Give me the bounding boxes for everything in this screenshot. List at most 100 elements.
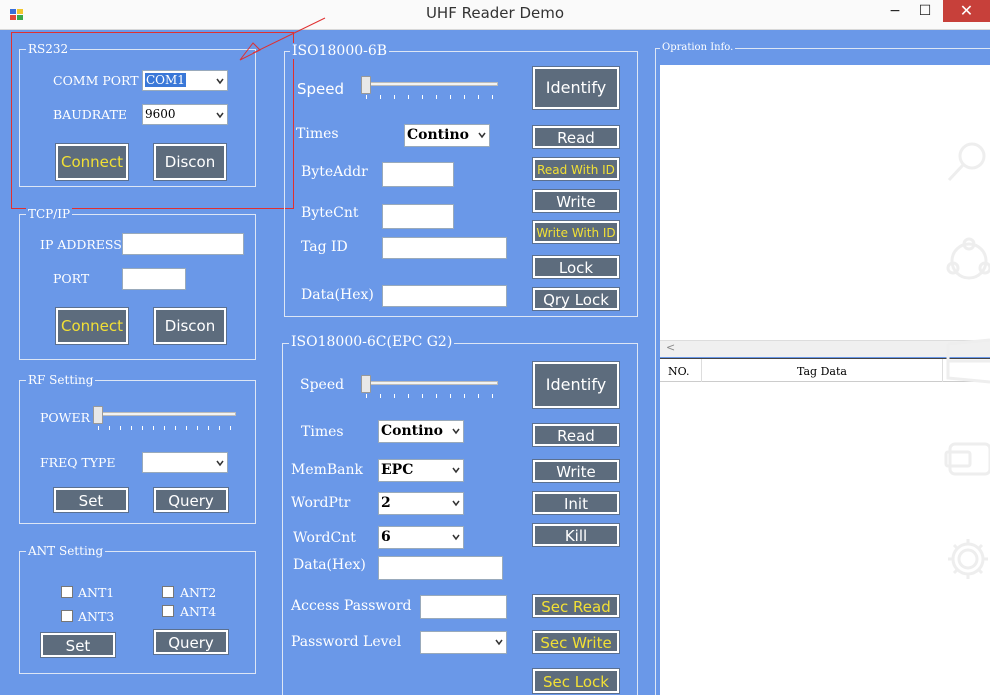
ant3-checkbox[interactable]: [61, 610, 73, 622]
iso6c-times-select[interactable]: Contino: [378, 420, 464, 443]
ant4-label: ANT4: [180, 604, 217, 619]
sec-lock-button[interactable]: Sec Lock: [532, 668, 620, 694]
iso6c-data-label: Data(Hex): [293, 557, 366, 573]
iso6c-title: ISO18000-6C(EPC G2): [289, 334, 455, 350]
bytecnt-label: ByteCnt: [301, 205, 359, 221]
ant3-label: ANT3: [78, 609, 115, 624]
port-label: PORT: [53, 271, 90, 286]
membank-select[interactable]: EPC: [378, 459, 464, 482]
chevron-down-icon: [452, 428, 460, 435]
iso6c-write-button[interactable]: Write: [532, 459, 620, 483]
tag-data-list[interactable]: [660, 382, 990, 695]
minimize-button[interactable]: −: [880, 0, 910, 22]
freq-type-label: FREQ TYPE: [40, 455, 116, 470]
tagid-label: Tag ID: [301, 239, 348, 255]
power-slider-track[interactable]: [96, 412, 236, 416]
rf-setting-title: RF Setting: [26, 373, 96, 387]
tag-table-header: NO. Tag Data: [660, 358, 990, 382]
col-no-header[interactable]: NO.: [668, 365, 690, 378]
ant1-label: ANT1: [78, 585, 115, 600]
ant1-checkbox[interactable]: [61, 586, 73, 598]
init-button[interactable]: Init: [532, 491, 620, 515]
iso6b-data-label: Data(Hex): [301, 287, 374, 303]
chevron-down-icon: [452, 534, 460, 541]
rf-query-button[interactable]: Query: [153, 487, 229, 513]
power-slider-ticks: [98, 426, 238, 430]
iso6b-data-input[interactable]: [382, 285, 507, 307]
sec-read-button[interactable]: Sec Read: [532, 594, 620, 618]
byteaddr-label: ByteAddr: [301, 164, 368, 180]
password-level-label: Password Level: [291, 634, 402, 650]
lock-button[interactable]: Lock: [532, 255, 620, 279]
qry-lock-button[interactable]: Qry Lock: [532, 287, 620, 311]
ip-address-label: IP ADDRESS: [40, 237, 122, 252]
share-icon[interactable]: [944, 236, 990, 286]
column-divider: [701, 359, 702, 382]
iso6c-data-input[interactable]: [378, 556, 503, 580]
iso6b-times-label: Times: [296, 126, 339, 142]
access-password-label: Access Password: [291, 598, 412, 614]
chevron-down-icon: [452, 500, 460, 507]
bytecnt-input[interactable]: [382, 204, 454, 229]
chevron-down-icon: [452, 467, 460, 474]
col-tag-data-header[interactable]: Tag Data: [797, 365, 847, 378]
tcpip-connect-button[interactable]: Connect: [55, 307, 129, 345]
iso6b-identify-button[interactable]: Identify: [532, 66, 620, 110]
ant-query-button[interactable]: Query: [153, 629, 229, 655]
ant4-checkbox[interactable]: [162, 605, 174, 617]
password-level-select[interactable]: [420, 631, 507, 654]
settings-icon[interactable]: [944, 536, 990, 582]
iso6b-times-select[interactable]: Contino: [404, 124, 490, 147]
port-input[interactable]: [122, 268, 186, 290]
opinfo-title: Opration Info.: [660, 42, 736, 53]
chevron-down-icon: [495, 639, 503, 646]
search-icon[interactable]: [944, 138, 990, 184]
chevron-down-icon: [216, 460, 224, 467]
ant-set-button[interactable]: Set: [40, 632, 116, 658]
column-divider: [942, 359, 943, 382]
membank-label: MemBank: [291, 462, 364, 478]
tcpip-title: TCP/IP: [26, 207, 73, 221]
maximize-button[interactable]: ☐: [910, 0, 940, 22]
byteaddr-input[interactable]: [382, 162, 454, 187]
write-with-id-button[interactable]: Write With ID: [532, 220, 620, 244]
read-with-id-button[interactable]: Read With ID: [532, 157, 620, 181]
iso6c-speed-track[interactable]: [364, 381, 498, 385]
horizontal-scrollbar[interactable]: <: [660, 340, 990, 357]
wordptr-label: WordPtr: [291, 495, 351, 511]
start-icon[interactable]: [944, 338, 990, 384]
close-button[interactable]: ✕: [943, 0, 990, 22]
sec-write-button[interactable]: Sec Write: [532, 630, 620, 654]
ant2-checkbox[interactable]: [162, 586, 174, 598]
iso6b-write-button[interactable]: Write: [532, 189, 620, 213]
iso6c-speed-thumb[interactable]: [361, 375, 371, 393]
iso6b-speed-track[interactable]: [364, 82, 498, 86]
iso6c-identify-button[interactable]: Identify: [532, 361, 620, 409]
iso6c-times-label: Times: [301, 424, 344, 440]
ant2-label: ANT2: [180, 585, 217, 600]
wordptr-select[interactable]: 2: [378, 492, 464, 515]
iso6c-read-button[interactable]: Read: [532, 423, 620, 447]
iso6b-speed-label: Speed: [297, 80, 345, 98]
access-password-input[interactable]: [420, 595, 507, 619]
tagid-input[interactable]: [382, 237, 507, 259]
power-slider-thumb[interactable]: [93, 406, 103, 424]
power-label: POWER: [40, 410, 91, 425]
ip-address-input[interactable]: [122, 233, 244, 255]
devices-icon[interactable]: [944, 440, 990, 480]
iso6b-speed-thumb[interactable]: [361, 76, 371, 94]
freq-type-select[interactable]: [142, 452, 228, 473]
iso6b-title: ISO18000-6B: [290, 43, 390, 59]
rf-set-button[interactable]: Set: [53, 487, 129, 513]
wordcnt-label: WordCnt: [293, 530, 356, 546]
tcpip-discon-button[interactable]: Discon: [153, 307, 227, 345]
iso6b-read-button[interactable]: Read: [532, 125, 620, 149]
kill-button[interactable]: Kill: [532, 523, 620, 547]
iso6b-speed-ticks: [366, 95, 500, 99]
scroll-left-arrow[interactable]: <: [666, 341, 675, 354]
window-title: UHF Reader Demo: [425, 4, 565, 22]
chevron-down-icon: [478, 132, 486, 139]
iso6c-speed-label: Speed: [300, 377, 345, 393]
wordcnt-select[interactable]: 6: [378, 526, 464, 549]
operation-info-textbox[interactable]: [660, 65, 990, 345]
